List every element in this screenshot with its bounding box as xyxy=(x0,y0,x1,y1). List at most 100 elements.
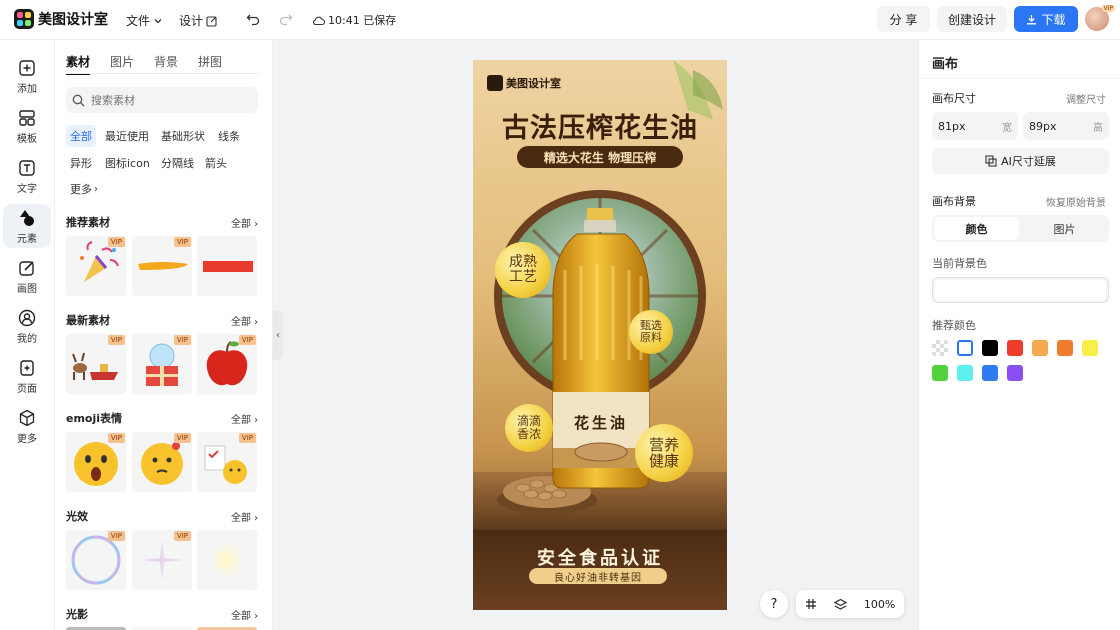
asset-thumb[interactable]: VIP xyxy=(66,530,126,590)
poster-footer-title: 安全食品认证 xyxy=(537,548,663,569)
poster-canvas[interactable]: 美图设计室 古法压榨花生油 精选大花生 物理压榨 成熟工艺 甄选原料 滴滴香浓 … xyxy=(473,60,727,610)
cube-icon xyxy=(19,409,35,426)
chip-more[interactable]: 更多 › xyxy=(66,178,102,200)
section-all-emoji[interactable]: 全部 › xyxy=(231,411,258,426)
swatch-orange[interactable] xyxy=(1057,340,1073,356)
asset-thumb[interactable]: VIP xyxy=(197,334,257,394)
user-icon xyxy=(18,309,36,326)
file-menu[interactable]: 文件 xyxy=(126,12,163,29)
swatch-red[interactable] xyxy=(1007,340,1023,356)
nav-text[interactable]: 文字 xyxy=(3,154,51,198)
swatch-blue[interactable] xyxy=(982,365,998,381)
badge-nutrition-text: 营养健康 xyxy=(648,435,679,470)
asset-thumb[interactable]: VIP xyxy=(66,432,126,492)
resize-link[interactable]: 调整尺寸 xyxy=(1066,91,1106,106)
chip-basic-shapes[interactable]: 基础形状 xyxy=(157,125,209,147)
section-all-label: 全部 xyxy=(231,513,251,524)
canvas-bg-label: 画布背景 xyxy=(932,195,976,208)
chevron-left-icon: ‹ xyxy=(276,329,280,341)
logo-mark-icon xyxy=(14,9,34,29)
asset-thumb[interactable]: VIP xyxy=(132,236,192,296)
asset-thumb[interactable] xyxy=(197,236,257,296)
chip-all[interactable]: 全部 xyxy=(66,125,96,147)
create-design-button[interactable]: 创建设计 xyxy=(937,6,1007,32)
chip-arrows[interactable]: 箭头 xyxy=(201,152,231,174)
bg-tab-image[interactable]: 图片 xyxy=(1022,217,1107,240)
pencil-icon xyxy=(19,260,34,276)
search-box[interactable] xyxy=(66,87,258,113)
cloud-icon xyxy=(313,16,325,25)
chip-lines[interactable]: 线条 xyxy=(214,125,244,147)
tab-materials[interactable]: 素材 xyxy=(66,53,91,75)
swatch-green[interactable] xyxy=(932,365,948,381)
swatch-purple[interactable] xyxy=(1007,365,1023,381)
chip-irregular[interactable]: 异形 xyxy=(66,152,96,174)
poster-footer-sub: 良心好油非转基因 xyxy=(554,572,642,584)
poster-brand-text: 美图设计室 xyxy=(506,77,561,90)
grid-icon[interactable] xyxy=(805,598,817,610)
tab-collage[interactable]: 拼图 xyxy=(198,53,222,75)
width-field[interactable]: 81px 宽 xyxy=(932,112,1018,140)
chip-icons[interactable]: 图标icon xyxy=(101,152,154,174)
height-unit: 高 xyxy=(1093,122,1103,134)
redo-icon[interactable] xyxy=(279,12,293,26)
swatch-white[interactable] xyxy=(957,340,973,356)
zoom-level[interactable]: 100% xyxy=(864,598,895,611)
asset-thumb[interactable]: VIP xyxy=(132,432,192,492)
asset-thumb[interactable]: VIP xyxy=(132,334,192,394)
glow-icon xyxy=(209,542,245,578)
nav-add[interactable]: 添加 xyxy=(3,54,51,98)
swatch-yellow[interactable] xyxy=(1082,340,1098,356)
bg-tab-color-label: 颜色 xyxy=(965,222,988,236)
nav-template[interactable]: 模板 xyxy=(3,104,51,148)
text-icon xyxy=(19,159,35,176)
vip-badge: VIP xyxy=(238,335,256,345)
tab-images[interactable]: 图片 xyxy=(110,53,134,75)
section-all-recommended[interactable]: 全部 › xyxy=(231,215,258,230)
nav-draw[interactable]: 画图 xyxy=(3,254,51,298)
ai-extend-button[interactable]: AI尺寸延展 xyxy=(932,148,1109,174)
bg-type-toggle: 颜色 图片 xyxy=(932,215,1109,242)
collapse-panel-handle[interactable]: ‹ xyxy=(273,310,283,360)
asset-thumb[interactable]: VIP xyxy=(197,432,257,492)
asset-thumb[interactable]: VIP xyxy=(132,530,192,590)
asset-thumb[interactable] xyxy=(197,530,257,590)
avatar[interactable]: VIP xyxy=(1085,5,1115,31)
design-menu-label: 设计 xyxy=(179,14,204,28)
app-logo[interactable]: 美图设计室 xyxy=(14,9,108,29)
undo-icon[interactable] xyxy=(246,12,260,26)
nav-more[interactable]: 更多 xyxy=(3,404,51,448)
height-field[interactable]: 89px 高 xyxy=(1023,112,1109,140)
restore-bg-link[interactable]: 恢复原始背景 xyxy=(1046,194,1106,209)
asset-thumb[interactable]: VIP xyxy=(66,236,126,296)
chevron-right-icon: › xyxy=(94,183,98,195)
nav-pages[interactable]: 页面 xyxy=(3,354,51,398)
poster-subline-ribbon: 精选大花生 物理压榨 xyxy=(517,146,683,168)
section-all-latest[interactable]: 全部 › xyxy=(231,313,258,328)
share-button[interactable]: 分 享 xyxy=(877,6,930,32)
swatch-black[interactable] xyxy=(982,340,998,356)
download-button[interactable]: 下载 xyxy=(1014,6,1078,32)
nav-mine[interactable]: 我的 xyxy=(3,304,51,348)
pages-icon xyxy=(20,359,34,376)
chip-recent[interactable]: 最近使用 xyxy=(101,125,153,147)
chip-dividers[interactable]: 分隔线 xyxy=(157,152,198,174)
layers-icon[interactable] xyxy=(833,598,847,611)
tab-backgrounds[interactable]: 背景 xyxy=(154,53,178,75)
nav-elements[interactable]: 元素 xyxy=(3,204,51,248)
design-menu[interactable]: 设计 xyxy=(179,12,218,29)
bg-tab-color[interactable]: 颜色 xyxy=(934,217,1019,240)
swatch-transparent[interactable] xyxy=(932,340,948,356)
section-all-light-shadow[interactable]: 全部 › xyxy=(231,607,258,622)
swatch-light-orange[interactable] xyxy=(1032,340,1048,356)
search-input[interactable] xyxy=(91,93,241,107)
current-bg-swatch[interactable] xyxy=(932,277,1109,303)
swatch-cyan[interactable] xyxy=(957,365,973,381)
app-name: 美图设计室 xyxy=(38,12,108,28)
red-bar-icon xyxy=(203,261,253,272)
help-button[interactable]: ? xyxy=(760,590,788,618)
section-all-light-effects[interactable]: 全部 › xyxy=(231,509,258,524)
asset-thumb[interactable]: VIP xyxy=(66,334,126,394)
badge-craft-text: 成熟工艺 xyxy=(509,253,537,285)
avatar-vip-badge: VIP xyxy=(1101,5,1115,12)
